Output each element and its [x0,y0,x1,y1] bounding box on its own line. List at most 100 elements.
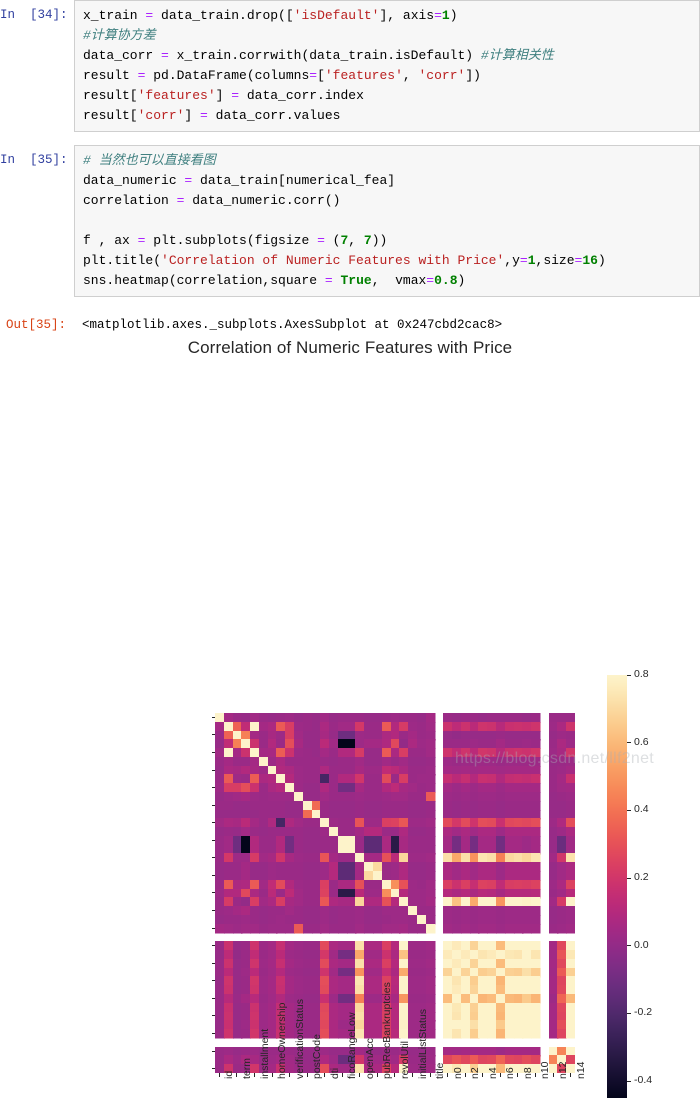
x-axis-tick-label: n4 [486,1067,499,1079]
x-axis-tick-label: n10 [539,1061,552,1079]
y-axis-tick-mark [211,910,215,912]
code-token: 1 [527,253,536,268]
code-editor[interactable]: x_train = data_train.drop(['isDefault'],… [74,0,700,132]
x-axis-tick-label: n8 [521,1067,534,1079]
colorbar-tick-label: 0.0 [634,938,649,951]
y-axis-tick-mark [211,1068,215,1070]
x-axis-tick-label: initialListStatus [416,1008,429,1079]
y-axis-tick-mark [211,927,215,929]
code-token: pd.DataFrame(columns [145,68,310,83]
code-line: sns.heatmap(correlation,square = True, v… [83,271,693,291]
code-token: x_train.corrwith(data_train.isDefault) [168,48,481,63]
y-axis-tick-mark [211,752,215,753]
code-token: correlation [83,193,177,208]
code-token: = [309,68,318,83]
code-token: result [83,68,138,83]
chart-title: Correlation of Numeric Features with Pri… [187,338,513,357]
code-line: result['features'] = data_corr.index [83,86,693,106]
x-axis-tick-mark [534,1073,536,1077]
x-axis-tick-label: installment [258,1028,271,1079]
code-token: = [519,253,528,268]
code-token: data_train.drop([ [153,8,294,23]
code-token: , [348,233,364,248]
code-line: x_train = data_train.drop(['isDefault'],… [83,6,693,26]
colorbar-tick-mark [627,1080,631,1082]
code-line: f , ax = plt.subplots(figsize = (7, 7)) [83,231,693,251]
code-token: x_train [83,8,146,23]
notebook-output-cell[interactable]: Out[35]: <matplotlib.axes._subplots.AxesS… [0,310,700,338]
y-axis-tick-mark [211,980,215,982]
code-token: data_train[numerical_fea] [192,173,396,188]
x-axis-tick-label: n2 [469,1067,482,1079]
input-prompt-label: In [35]: [0,153,68,167]
x-axis-tick-mark [499,1073,501,1077]
y-axis-tick-mark [211,769,215,771]
code-token: , [402,68,419,83]
code-token: ,y [504,253,520,268]
x-axis-tick-mark [236,1073,238,1077]
code-token: ] [215,88,232,103]
x-axis-tick-mark [306,1073,308,1077]
y-axis-tick-mark [211,945,215,947]
code-token: plt.title( [83,253,162,268]
code-line: # 当然也可以直接看图 [83,151,693,171]
y-axis-tick-mark [211,962,215,964]
x-axis-tick-label: pubRecBankruptcies [381,982,394,1079]
code-token: data_corr.values [207,108,341,123]
y-axis-tick-mark [211,1050,215,1052]
code-token: #计算协方差 [83,28,156,43]
x-axis-tick-mark [324,1073,326,1077]
colorbar-tick-mark [627,945,631,947]
y-axis-tick-mark [211,822,215,824]
code-token: ], axis [379,8,435,23]
code-token: 'features' [324,68,403,83]
y-axis-tick-mark [211,787,215,789]
code-token: = [426,273,435,288]
code-token: result[ [83,108,138,123]
colorbar-tick-mark [627,877,631,879]
code-token: )) [371,233,388,248]
x-axis-tick-mark [482,1073,484,1077]
output-prompt-label: Out[35]: [5,318,66,332]
code-token: = [200,108,208,123]
colorbar-tick-mark [627,742,631,744]
output-text: <matplotlib.axes._subplots.AxesSubplot a… [82,318,503,332]
code-editor[interactable]: # 当然也可以直接看图 data_numeric = data_train[num… [74,145,700,297]
y-axis-tick-mark [211,1015,215,1017]
code-token: data_numeric [83,173,185,188]
cell-spacer [0,132,700,145]
code-token: = [231,88,240,103]
x-axis-tick-mark [429,1073,431,1077]
x-axis-tick-mark [447,1073,449,1077]
colorbar-tick-mark [627,674,631,676]
input-prompt-label: In [34]: [0,8,68,22]
x-axis-tick-label: term [240,1058,253,1079]
y-axis-tick-mark [211,804,215,806]
code-token: ]) [465,68,481,83]
x-axis-tick-label: n6 [504,1067,517,1079]
code-token: data_corr [83,48,162,63]
x-axis-tick-mark [376,1073,378,1077]
code-line: result['corr'] = data_corr.values [83,106,693,126]
code-token: = [161,48,169,63]
cell-spacer [0,297,700,310]
x-axis-tick-mark [394,1073,396,1077]
code-token: [ [317,68,325,83]
y-axis-tick-mark [211,1032,215,1034]
x-axis-tick-label: n12 [557,1061,570,1079]
code-token: = [434,8,442,23]
notebook-input-cell[interactable]: In [35]: # 当然也可以直接看图 data_numeric = data_t… [0,145,700,297]
code-token: ,size [535,253,575,268]
code-token: f , ax [83,233,138,248]
x-axis-tick-label: revolUtil [398,1041,411,1079]
code-token: #计算相关性 [480,48,554,63]
code-token: 'isDefault' [293,8,380,23]
notebook-input-cell[interactable]: In [34]: x_train = data_train.drop(['isDe… [0,0,700,132]
x-axis-tick-mark [289,1073,291,1077]
x-axis-tick-label: ficoRangeLow [346,1012,359,1079]
code-token: ( [324,233,341,248]
colorbar-tick-label: -0.4 [634,1074,653,1087]
x-axis-tick-mark [218,1073,220,1077]
y-axis-tick-mark [211,716,215,718]
